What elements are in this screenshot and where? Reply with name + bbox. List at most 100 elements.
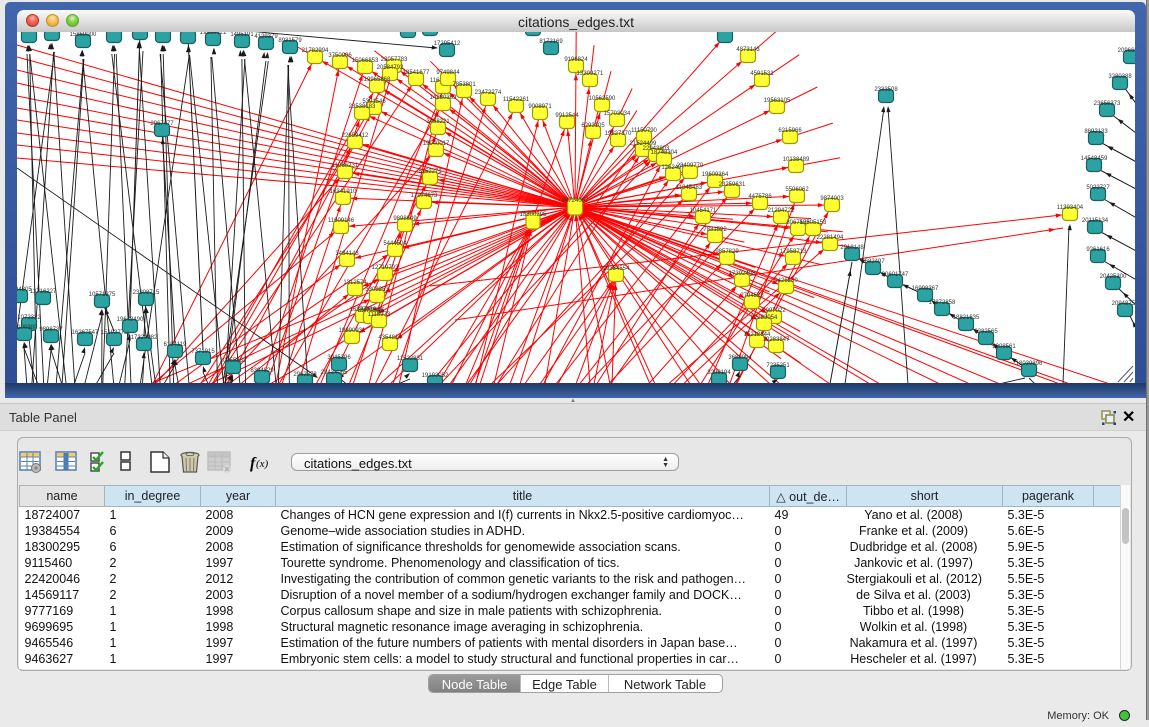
svg-text:10562590: 10562590 xyxy=(589,96,616,102)
svg-text:17958713: 17958713 xyxy=(780,249,807,255)
svg-text:12505153: 12505153 xyxy=(800,220,827,226)
svg-text:5444504: 5444504 xyxy=(383,241,407,247)
svg-text:2333508: 2333508 xyxy=(874,87,898,93)
svg-text:22283054: 22283054 xyxy=(751,315,778,321)
svg-text:19563105: 19563105 xyxy=(764,98,791,104)
svg-text:19384554: 19384554 xyxy=(603,266,630,272)
svg-text:14456679: 14456679 xyxy=(712,32,739,33)
svg-text:11393404: 11393404 xyxy=(1057,205,1084,211)
svg-text:13716227: 13716227 xyxy=(30,289,57,295)
svg-text:17295412: 17295412 xyxy=(434,41,461,47)
svg-text:4354814: 4354814 xyxy=(378,335,402,341)
svg-text:2704528: 2704528 xyxy=(740,293,764,299)
svg-text:2967477: 2967477 xyxy=(150,121,174,127)
svg-text:18724007: 18724007 xyxy=(562,198,589,204)
svg-text:10138489: 10138489 xyxy=(783,157,810,163)
svg-text:9382113: 9382113 xyxy=(18,32,42,33)
svg-text:22659412: 22659412 xyxy=(342,133,369,139)
svg-text:23208715: 23208715 xyxy=(133,290,160,296)
svg-text:17329982: 17329982 xyxy=(131,335,158,341)
svg-text:19040017: 19040017 xyxy=(423,141,450,147)
svg-text:2962373: 2962373 xyxy=(293,372,317,378)
svg-text:4129379: 4129379 xyxy=(254,34,278,40)
svg-text:4475786: 4475786 xyxy=(748,194,772,200)
svg-text:3434143: 3434143 xyxy=(335,251,359,257)
svg-text:1495191: 1495191 xyxy=(230,32,254,38)
svg-text:11522831: 11522831 xyxy=(397,356,424,362)
svg-text:11542261: 11542261 xyxy=(503,97,530,103)
svg-text:15869000: 15869000 xyxy=(70,32,97,38)
svg-text:10571375: 10571375 xyxy=(89,292,116,298)
svg-text:2908561: 2908561 xyxy=(992,344,1016,350)
svg-text:19890931: 19890931 xyxy=(339,328,366,334)
svg-text:17974673: 17974673 xyxy=(411,193,438,199)
svg-text:17872858: 17872858 xyxy=(929,300,956,306)
svg-text:23472274: 23472274 xyxy=(475,90,502,96)
svg-text:1118973: 1118973 xyxy=(368,312,391,318)
svg-text:23057783: 23057783 xyxy=(381,57,408,63)
svg-text:16267547: 16267547 xyxy=(72,330,99,336)
svg-text:19648490: 19648490 xyxy=(117,317,144,323)
svg-text:9898649: 9898649 xyxy=(393,216,417,222)
svg-text:5506062: 5506062 xyxy=(785,187,809,193)
svg-text:6293105: 6293105 xyxy=(581,123,605,129)
svg-text:2697462: 2697462 xyxy=(151,32,175,33)
svg-text:7371915: 7371915 xyxy=(191,349,215,355)
svg-text:3688094: 3688094 xyxy=(728,355,752,361)
svg-text:20601747: 20601747 xyxy=(882,272,909,278)
svg-text:9749844: 9749844 xyxy=(436,70,460,76)
svg-text:9857829: 9857829 xyxy=(715,249,739,255)
svg-text:2918148: 2918148 xyxy=(840,245,864,251)
svg-text:3750906: 3750906 xyxy=(328,53,352,59)
svg-text:18300295: 18300295 xyxy=(520,212,547,218)
svg-text:5022727: 5022727 xyxy=(1086,185,1110,191)
svg-text:7831592: 7831592 xyxy=(703,227,727,233)
svg-text:7235251: 7235251 xyxy=(766,363,790,369)
svg-text:16341910: 16341910 xyxy=(330,189,357,195)
svg-text:12710793: 12710793 xyxy=(372,265,399,271)
svg-text:8304829: 8304829 xyxy=(250,368,274,374)
svg-text:9912544: 9912544 xyxy=(555,113,579,119)
svg-text:22281494: 22281494 xyxy=(817,235,844,241)
svg-text:11609146: 11609146 xyxy=(328,218,355,224)
svg-text:23409770: 23409770 xyxy=(677,163,704,169)
svg-text:15066853: 15066853 xyxy=(352,58,379,64)
svg-text:23538183: 23538183 xyxy=(349,104,376,110)
svg-text:19139121: 19139121 xyxy=(200,32,227,36)
svg-text:18541677: 18541677 xyxy=(403,70,430,76)
svg-text:15703034: 15703034 xyxy=(604,111,631,117)
svg-text:2682497: 2682497 xyxy=(861,259,885,265)
svg-text:13399271: 13399271 xyxy=(577,71,604,77)
svg-text:20425300: 20425300 xyxy=(1100,274,1127,280)
svg-text:4591531: 4591531 xyxy=(750,71,774,77)
svg-text:8172169: 8172169 xyxy=(539,39,563,45)
svg-text:18821635: 18821635 xyxy=(953,315,980,321)
svg-text:19227370: 19227370 xyxy=(605,131,632,137)
svg-text:6194119: 6194119 xyxy=(164,342,188,348)
svg-text:8892133: 8892133 xyxy=(1084,129,1108,135)
svg-text:20584792: 20584792 xyxy=(377,65,404,71)
svg-text:6282565: 6282565 xyxy=(974,329,998,335)
svg-text:18039896: 18039896 xyxy=(1016,361,1043,367)
svg-text:9874003: 9874003 xyxy=(820,196,844,202)
svg-text:1312574: 1312574 xyxy=(343,280,367,286)
svg-text:8931579: 8931579 xyxy=(278,38,302,44)
svg-text:10283847: 10283847 xyxy=(763,337,790,343)
svg-text:3299194: 3299194 xyxy=(707,370,731,376)
svg-text:3280388: 3280388 xyxy=(1108,74,1132,80)
svg-text:(x): (x) xyxy=(256,458,269,470)
svg-text:7853801: 7853801 xyxy=(452,82,476,88)
svg-text:11045483: 11045483 xyxy=(676,185,703,191)
svg-text:20966065: 20966065 xyxy=(1118,48,1135,54)
svg-text:11150790: 11150790 xyxy=(631,128,657,134)
svg-text:16998367: 16998367 xyxy=(912,286,939,292)
svg-text:9261616: 9261616 xyxy=(1086,247,1110,253)
svg-text:23656373: 23656373 xyxy=(1094,101,1121,107)
svg-text:11066231: 11066231 xyxy=(332,163,359,169)
svg-text:9008971: 9008971 xyxy=(528,104,552,110)
svg-text:10454171: 10454171 xyxy=(690,208,717,214)
svg-text:17392408: 17392408 xyxy=(729,271,756,277)
svg-text:4097022: 4097022 xyxy=(762,308,786,314)
svg-text:3458221: 3458221 xyxy=(426,119,450,125)
svg-text:3045396: 3045396 xyxy=(327,355,351,361)
